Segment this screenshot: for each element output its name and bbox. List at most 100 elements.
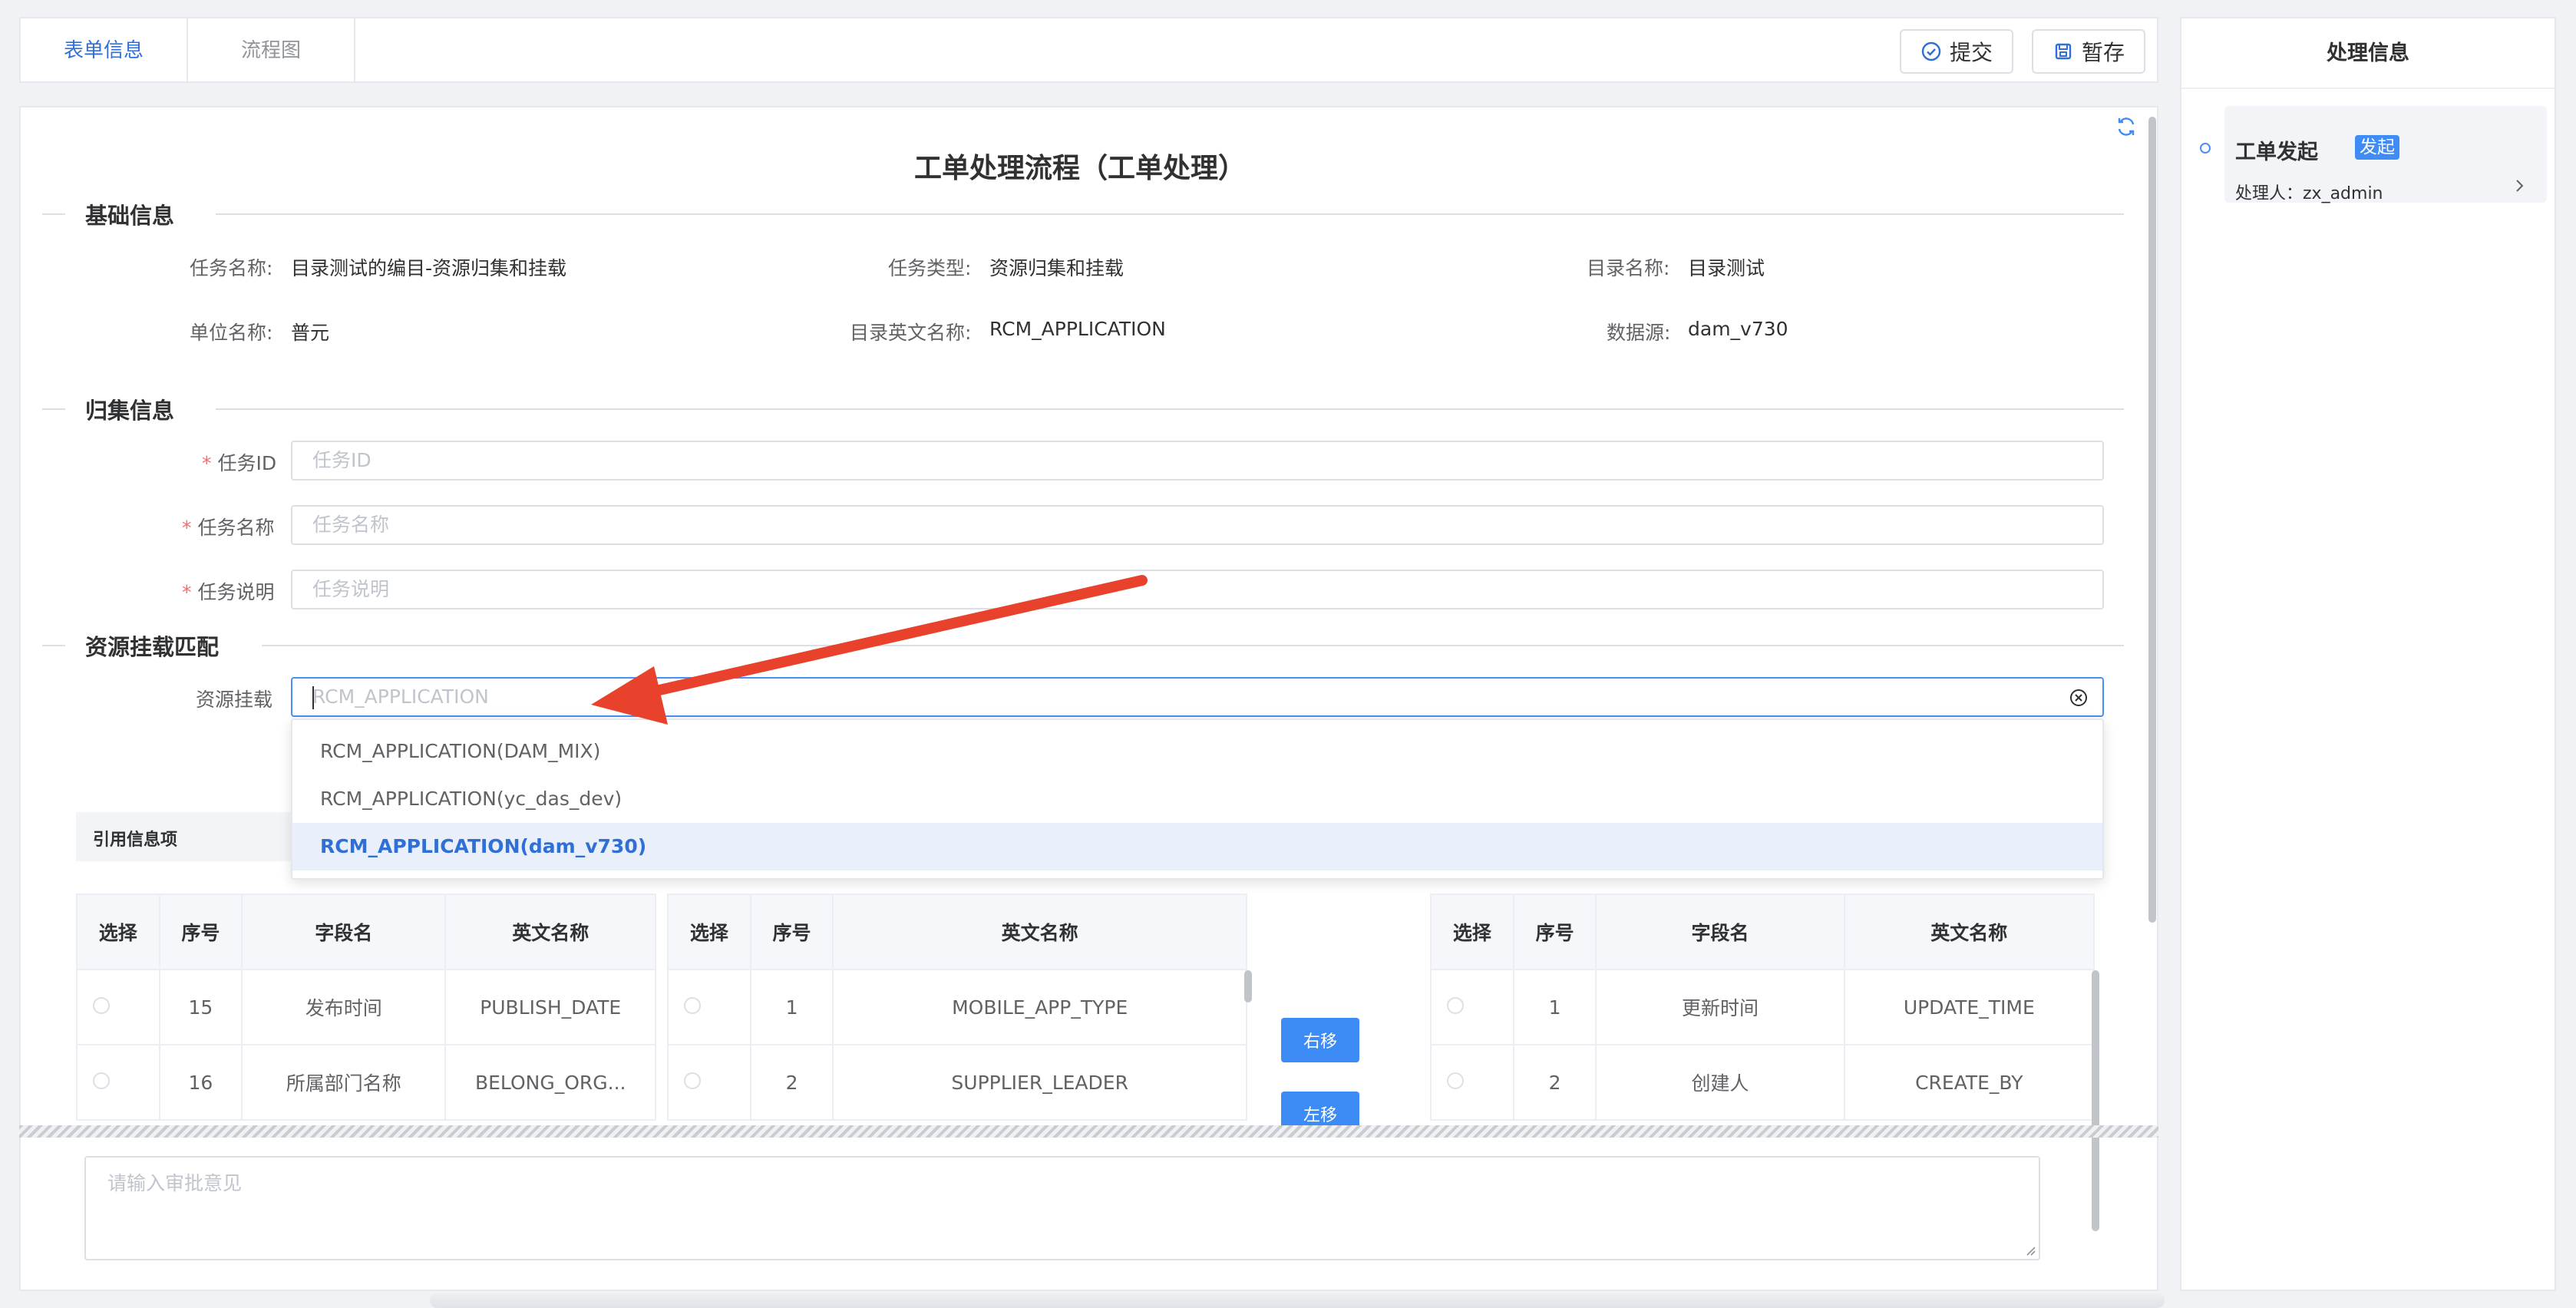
catalog-name-value: 目录测试 <box>1688 257 1765 279</box>
dropdown-option[interactable]: RCM_APPLICATION(yc_das_dev) <box>292 775 2102 823</box>
row-radio[interactable] <box>684 996 701 1014</box>
section-basic-info: 基础信息 <box>42 198 2124 229</box>
row-field-name: 发布时间 <box>241 969 447 1045</box>
resource-mount-dropdown: RCM_APPLICATION(DAM_MIX) RCM_APPLICATION… <box>291 718 2104 880</box>
submit-label: 提交 <box>1949 40 1993 65</box>
approval-opinion-placeholder: 请输入审批意见 <box>107 1172 243 1194</box>
catalog-en-label: 目录英文名称: <box>850 322 972 344</box>
dropdown-option-selected[interactable]: RCM_APPLICATION(dam_v730) <box>292 823 2102 870</box>
task-name-value: 目录测试的编目-资源归集和挂载 <box>291 257 567 279</box>
catalog-name-label: 目录名称: <box>1587 257 1670 279</box>
column-header: 序号 <box>158 893 243 970</box>
section-title: 资源挂载匹配 <box>85 634 220 660</box>
row-english-name: UPDATE_TIME <box>1843 969 2095 1045</box>
column-header: 字段名 <box>241 893 447 970</box>
column-header: 英文名称 <box>832 893 1247 970</box>
resize-divider[interactable] <box>19 1125 2158 1138</box>
clear-circle-icon[interactable] <box>2069 688 2089 708</box>
column-header: 英文名称 <box>1843 893 2095 970</box>
resize-handle-icon[interactable] <box>2023 1244 2036 1256</box>
mounted-fields-table: 选择 序号 字段名 英文名称 1 更新时间 UPDATE_TIME 2 创建人 … <box>1430 893 2095 1121</box>
column-header: 选择 <box>1430 893 1514 970</box>
required-mark: * <box>202 452 212 474</box>
row-radio[interactable] <box>684 1072 701 1089</box>
column-header: 字段名 <box>1595 893 1845 970</box>
bottom-shadow <box>430 1293 2165 1308</box>
row-english-name: PUBLISH_DATE <box>444 969 656 1045</box>
save-icon <box>2055 43 2072 60</box>
task-desc-input[interactable]: 任务说明 <box>291 570 2104 609</box>
resource-mount-label: 资源挂载 <box>196 689 273 711</box>
section-title: 基础信息 <box>85 203 175 229</box>
unit-name-value: 普元 <box>291 322 330 344</box>
process-info-panel: 处理信息 工单发起 发起 处理人：zx_admin <box>2180 17 2556 1291</box>
datasource-value: dam_v730 <box>1688 318 1788 340</box>
row-field-name: 创建人 <box>1595 1044 1845 1121</box>
unit-name-label: 单位名称: <box>190 322 273 344</box>
row-english-name: MOBILE_APP_TYPE <box>832 969 1247 1045</box>
process-info-title: 处理信息 <box>2181 18 2555 89</box>
row-index: 16 <box>158 1044 243 1121</box>
section-title: 归集信息 <box>85 398 175 424</box>
row-english-name: SUPPLIER_LEADER <box>832 1044 1247 1121</box>
task-name-label-text: 任务名称 <box>197 517 275 539</box>
row-index: 15 <box>158 969 243 1045</box>
task-name-input[interactable]: 任务名称 <box>291 505 2104 545</box>
row-field-name: 更新时间 <box>1595 969 1845 1045</box>
vertical-scrollbar[interactable] <box>2148 117 2156 923</box>
submit-button[interactable]: 提交 <box>1900 29 2013 74</box>
row-radio[interactable] <box>93 996 110 1014</box>
task-type-value: 资源归集和挂载 <box>989 257 1125 279</box>
row-index: 2 <box>749 1044 834 1121</box>
task-id-label: * 任务ID <box>202 448 276 476</box>
refresh-icon[interactable] <box>2115 115 2138 138</box>
datasource-label: 数据源: <box>1607 322 1671 344</box>
timeline-dot-icon <box>2200 143 2211 154</box>
text-caret <box>312 686 314 709</box>
reference-info-label: 引用信息项 <box>93 831 178 850</box>
required-mark: * <box>182 581 192 603</box>
save-draft-button[interactable]: 暂存 <box>2032 29 2145 74</box>
approval-opinion-textarea[interactable]: 请输入审批意见 <box>84 1156 2040 1260</box>
timeline-item[interactable]: 工单发起 发起 处理人：zx_admin <box>2224 106 2547 203</box>
table-row[interactable]: 1 更新时间 UPDATE_TIME <box>1430 969 2095 1045</box>
row-index: 2 <box>1512 1044 1597 1121</box>
row-index: 1 <box>1512 969 1597 1045</box>
task-id-label-text: 任务ID <box>217 452 277 474</box>
task-desc-label: * 任务说明 <box>182 577 274 605</box>
column-header: 英文名称 <box>444 893 656 970</box>
catalog-en-value: RCM_APPLICATION <box>989 318 1166 340</box>
section-resource-mount: 资源挂载匹配 <box>42 629 2124 660</box>
tab-form-info[interactable]: 表单信息 <box>21 18 188 83</box>
candidate-fields-table: 选择 序号 英文名称 1 MOBILE_APP_TYPE 2 SUPPLIER_… <box>667 893 1247 1121</box>
column-header: 选择 <box>76 893 160 970</box>
timeline-item-title: 工单发起 <box>2235 140 2318 164</box>
task-id-input[interactable]: 任务ID <box>291 441 2104 481</box>
check-circle-icon <box>1921 41 1941 61</box>
table-row[interactable]: 15 发布时间 PUBLISH_DATE <box>76 969 656 1045</box>
table-row[interactable]: 2 SUPPLIER_LEADER <box>667 1044 1247 1121</box>
task-name-label: 任务名称: <box>190 257 273 279</box>
timeline-handler: 处理人：zx_admin <box>2235 184 2383 203</box>
chevron-right-icon[interactable] <box>2512 178 2527 193</box>
form-panel: 工单处理流程（工单处理） 基础信息 任务名称: 目录测试的编目-资源归集和挂载 … <box>19 106 2158 1291</box>
column-header: 选择 <box>667 893 751 970</box>
resource-mount-select[interactable]: RCM_APPLICATION <box>291 677 2104 717</box>
middle-table-scrollbar[interactable] <box>1244 970 1252 1002</box>
right-table-scrollbar[interactable] <box>2092 970 2099 1231</box>
tab-flowchart[interactable]: 流程图 <box>188 18 355 83</box>
table-row[interactable]: 16 所属部门名称 BELONG_ORG... <box>76 1044 656 1121</box>
resource-mount-placeholder: RCM_APPLICATION <box>312 685 489 708</box>
task-name-input-label: * 任务名称 <box>182 513 274 540</box>
move-right-button[interactable]: 右移 <box>1281 1018 1359 1062</box>
status-badge: 发起 <box>2355 135 2399 160</box>
row-radio[interactable] <box>1447 996 1464 1014</box>
dropdown-option[interactable]: RCM_APPLICATION(DAM_MIX) <box>292 728 2102 775</box>
section-collect-info: 归集信息 <box>42 393 2124 424</box>
task-desc-label-text: 任务说明 <box>197 581 275 603</box>
page-title: 工单处理流程（工单处理） <box>913 153 1246 184</box>
row-radio[interactable] <box>93 1072 110 1089</box>
row-radio[interactable] <box>1447 1072 1464 1089</box>
table-row[interactable]: 2 创建人 CREATE_BY <box>1430 1044 2095 1121</box>
table-row[interactable]: 1 MOBILE_APP_TYPE <box>667 969 1247 1045</box>
